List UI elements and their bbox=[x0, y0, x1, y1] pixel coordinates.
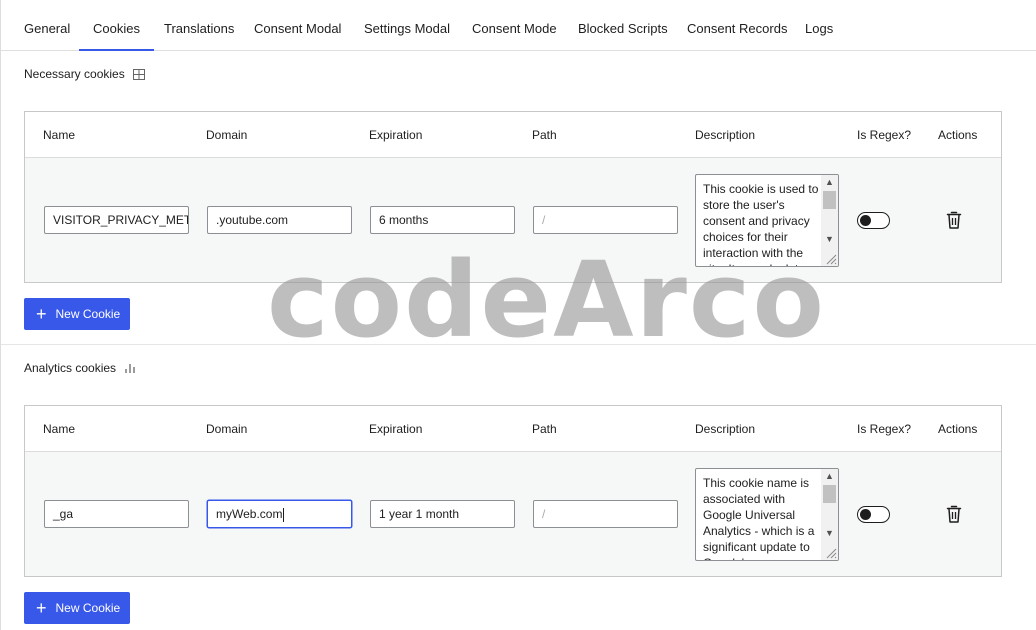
section-title-label: Necessary cookies bbox=[24, 67, 125, 81]
cookie-domain-input[interactable]: .youtube.com bbox=[207, 206, 352, 234]
cookie-description-text: This cookie name is associated with Goog… bbox=[703, 476, 815, 560]
table-row: VISITOR_PRIVACY_METADATA .youtube.com 6 … bbox=[25, 158, 1001, 282]
tab-consent-modal[interactable]: Consent Modal bbox=[254, 8, 341, 50]
section-title-necessary: Necessary cookies bbox=[24, 67, 145, 81]
scroll-up-arrow-icon[interactable]: ▲ bbox=[825, 178, 834, 187]
column-header-expiration: Expiration bbox=[369, 128, 423, 142]
tab-logs[interactable]: Logs bbox=[805, 8, 833, 50]
column-header-is-regex: Is Regex? bbox=[857, 422, 912, 436]
tab-blocked-scripts[interactable]: Blocked Scripts bbox=[578, 8, 668, 50]
column-header-name: Name bbox=[43, 128, 76, 142]
table-header: Name Domain Expiration Path Description … bbox=[25, 112, 1001, 158]
is-regex-toggle[interactable] bbox=[857, 506, 890, 523]
new-cookie-button[interactable]: + New Cookie bbox=[24, 592, 130, 624]
column-header-path: Path bbox=[532, 128, 557, 142]
cookie-path-input[interactable]: / bbox=[533, 206, 678, 234]
new-cookie-label: New Cookie bbox=[55, 307, 121, 321]
tab-settings-modal[interactable]: Settings Modal bbox=[364, 8, 450, 50]
tab-general[interactable]: General bbox=[24, 8, 70, 50]
toggle-knob bbox=[860, 215, 871, 226]
tab-cookies[interactable]: Cookies bbox=[79, 8, 154, 51]
cookie-path-input[interactable]: / bbox=[533, 500, 678, 528]
toggle-knob bbox=[860, 509, 871, 520]
section-divider bbox=[1, 344, 1036, 345]
table-header: Name Domain Expiration Path Description … bbox=[25, 406, 1001, 452]
resize-grip-icon[interactable] bbox=[824, 546, 837, 559]
column-header-path: Path bbox=[532, 422, 557, 436]
column-header-description: Description bbox=[695, 422, 756, 436]
column-header-description: Description bbox=[695, 128, 756, 142]
text-caret bbox=[283, 507, 285, 522]
column-header-expiration: Expiration bbox=[369, 422, 423, 436]
plus-icon: + bbox=[36, 304, 47, 324]
cookie-name-input[interactable]: VISITOR_PRIVACY_METADATA bbox=[44, 206, 189, 234]
trash-icon[interactable] bbox=[945, 504, 963, 524]
scroll-down-arrow-icon[interactable]: ▼ bbox=[825, 235, 834, 244]
scroll-thumb[interactable] bbox=[823, 191, 836, 209]
table-row: _ga myWeb.com 1 year 1 month / This cook… bbox=[25, 452, 1001, 576]
column-header-domain: Domain bbox=[206, 422, 248, 436]
trash-icon[interactable] bbox=[945, 210, 963, 230]
column-header-name: Name bbox=[43, 422, 76, 436]
bar-chart-icon bbox=[125, 364, 135, 373]
tab-consent-mode[interactable]: Consent Mode bbox=[472, 8, 557, 50]
cookie-name-input[interactable]: _ga bbox=[44, 500, 189, 528]
cookie-table-necessary: Name Domain Expiration Path Description … bbox=[24, 111, 1002, 283]
cookie-description-text: This cookie is used to store the user's … bbox=[703, 182, 819, 266]
is-regex-toggle[interactable] bbox=[857, 212, 890, 229]
cookie-domain-input[interactable]: myWeb.com bbox=[207, 500, 352, 528]
column-header-actions: Actions bbox=[938, 128, 978, 142]
scroll-thumb[interactable] bbox=[823, 485, 836, 503]
section-title-label: Analytics cookies bbox=[24, 361, 117, 375]
cookie-table-analytics: Name Domain Expiration Path Description … bbox=[24, 405, 1002, 577]
scroll-up-arrow-icon[interactable]: ▲ bbox=[825, 472, 834, 481]
column-header-domain: Domain bbox=[206, 128, 248, 142]
cookie-settings-page: General Cookies Translations Consent Mod… bbox=[0, 0, 1036, 630]
cookie-domain-value: myWeb.com bbox=[216, 507, 283, 521]
tab-bar: General Cookies Translations Consent Mod… bbox=[1, 8, 1036, 51]
column-header-is-regex: Is Regex? bbox=[857, 128, 912, 142]
scroll-down-arrow-icon[interactable]: ▼ bbox=[825, 529, 834, 538]
cookie-description-textarea[interactable]: This cookie name is associated with Goog… bbox=[695, 468, 839, 561]
cookie-expiration-input[interactable]: 6 months bbox=[370, 206, 515, 234]
section-title-analytics: Analytics cookies bbox=[24, 361, 136, 375]
new-cookie-button[interactable]: + New Cookie bbox=[24, 298, 130, 330]
tab-consent-records[interactable]: Consent Records bbox=[687, 8, 787, 50]
tab-translations[interactable]: Translations bbox=[164, 8, 234, 50]
new-cookie-label: New Cookie bbox=[55, 601, 121, 615]
table-icon bbox=[132, 68, 145, 80]
plus-icon: + bbox=[36, 598, 47, 618]
resize-grip-icon[interactable] bbox=[824, 252, 837, 265]
column-header-actions: Actions bbox=[938, 422, 978, 436]
cookie-description-textarea[interactable]: This cookie is used to store the user's … bbox=[695, 174, 839, 267]
cookie-expiration-input[interactable]: 1 year 1 month bbox=[370, 500, 515, 528]
